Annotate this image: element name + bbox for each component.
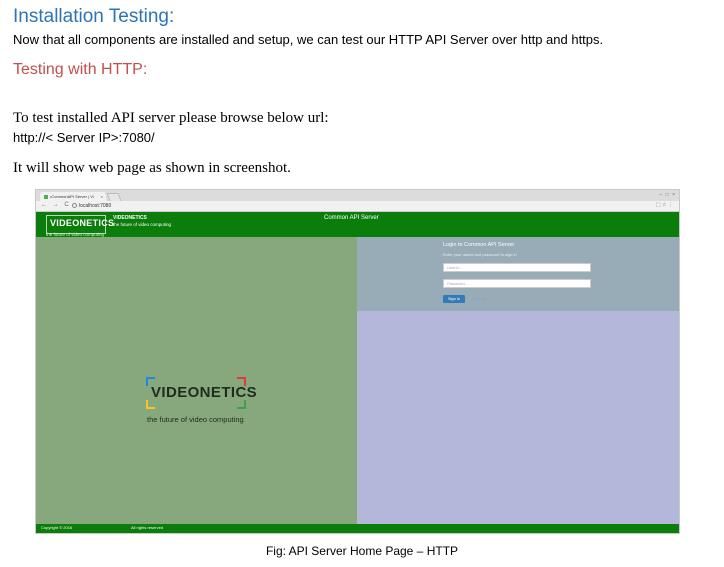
- subsection-heading: Testing with HTTP:: [13, 61, 148, 78]
- address-field: localhost:7080: [72, 203, 111, 209]
- header-logo-text: VIDEONETICS: [50, 218, 115, 228]
- new-tab-icon: [106, 193, 122, 201]
- logo-text: VIDEONETICS: [151, 384, 258, 401]
- app-footer: Copyright © 2016 All rights reserved: [36, 524, 679, 533]
- note-text: It will show web page as shown in screen…: [13, 160, 291, 176]
- navigation-buttons: ← → C: [41, 202, 71, 208]
- lower-right-pane: [357, 311, 679, 524]
- logo-tagline: the future of video computing: [147, 415, 244, 424]
- logo-corner-yellow: [146, 400, 155, 409]
- window-controls: − □ ×: [659, 192, 676, 198]
- login-title: Login to Common API Server: [443, 242, 515, 248]
- instruction-text: To test installed API server please brow…: [13, 110, 329, 126]
- brand-name: VIDEONETICS: [113, 215, 147, 221]
- login-subtitle: Enter your userid and password to sign i…: [443, 252, 517, 257]
- address-bar: ← → C localhost:7080 ⬚ ☆ ⋮: [36, 201, 679, 212]
- address-text: localhost:7080: [79, 203, 112, 209]
- brand-tagline: the future of video computing: [113, 222, 172, 227]
- app-title: Common API Server: [324, 215, 379, 221]
- server-url: http://< Server IP>:7080/: [13, 130, 155, 145]
- info-icon: [72, 203, 77, 209]
- tab-title: •CommonAPI Server | Vi: [50, 194, 94, 199]
- rights-text: All rights reserved: [131, 525, 164, 530]
- browser-tab: •CommonAPI Server | Vi ×: [40, 192, 106, 201]
- favicon-icon: [44, 194, 48, 199]
- app-header: VIDEONETICS the future of video computin…: [36, 212, 679, 237]
- figure-caption: Fig: API Server Home Page – HTTP: [265, 544, 459, 558]
- browser-screenshot: •CommonAPI Server | Vi × − □ × ← → C loc…: [35, 189, 680, 534]
- section-heading: Installation Testing:: [13, 6, 175, 27]
- close-icon: ×: [100, 194, 103, 199]
- browser-tab-bar: •CommonAPI Server | Vi × − □ ×: [36, 190, 679, 201]
- address-bar-icons: ⬚ ☆ ⋮: [656, 202, 673, 208]
- signin-button: Sign in: [443, 295, 465, 303]
- password-field: Password...: [443, 279, 591, 288]
- userid-field: UserId...: [443, 263, 591, 272]
- intro-paragraph: Now that all components are installed an…: [13, 32, 604, 47]
- login-panel: [357, 237, 679, 311]
- copyright-text: Copyright © 2016: [41, 525, 73, 530]
- signup-link: Sign Up: [472, 296, 487, 301]
- logo-corner-green: [237, 400, 246, 409]
